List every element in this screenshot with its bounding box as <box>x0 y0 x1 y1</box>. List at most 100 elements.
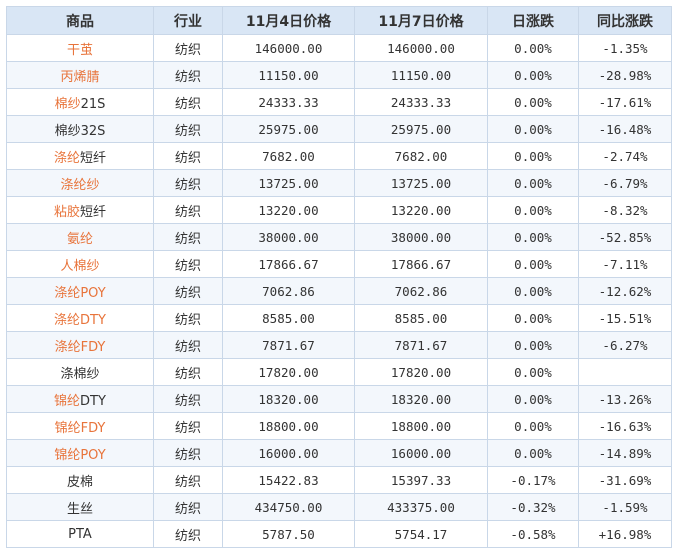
price-nov7-cell: 7682.00 <box>354 142 488 170</box>
industry-cell: 纺织 <box>153 304 223 332</box>
price-nov4-cell: 18800.00 <box>222 412 355 440</box>
header-price-nov4: 11月4日价格 <box>222 6 355 35</box>
commodity-link[interactable]: 涤纶POY <box>54 286 105 301</box>
table-row: 干茧 纺织 146000.00 146000.00 0.00% -1.35% <box>6 34 672 62</box>
yoy-change-cell: -1.35% <box>578 34 672 62</box>
yoy-change-cell: -15.51% <box>578 304 672 332</box>
daily-change-cell: 0.00% <box>487 223 579 251</box>
table-row: 皮棉 纺织 15422.83 15397.33 -0.17% -31.69% <box>6 466 672 494</box>
header-commodity: 商品 <box>6 6 154 35</box>
commodity-cell: 棉纱32S <box>6 115 154 143</box>
price-nov4-cell: 38000.00 <box>222 223 355 251</box>
table-row: 涤纶纱 纺织 13725.00 13725.00 0.00% -6.79% <box>6 169 672 197</box>
commodity-link[interactable]: 锦纶 <box>54 394 80 409</box>
daily-change-cell: 0.00% <box>487 412 579 440</box>
yoy-change-cell: -31.69% <box>578 466 672 494</box>
price-nov7-cell: 24333.33 <box>354 88 488 116</box>
table-row: 生丝 纺织 434750.00 433375.00 -0.32% -1.59% <box>6 493 672 521</box>
table-row: 粘胶短纤 纺织 13220.00 13220.00 0.00% -8.32% <box>6 196 672 224</box>
industry-cell: 纺织 <box>153 520 223 548</box>
industry-cell: 纺织 <box>153 466 223 494</box>
price-nov7-cell: 15397.33 <box>354 466 488 494</box>
daily-change-cell: 0.00% <box>487 250 579 278</box>
commodity-name-text: DTY <box>80 393 106 409</box>
commodity-name-text: 皮棉 <box>66 474 93 490</box>
yoy-change-cell: -13.26% <box>578 385 672 413</box>
industry-cell: 纺织 <box>153 88 223 116</box>
commodity-name-text: 短纤 <box>80 204 107 220</box>
commodity-cell: 丙烯腈 <box>6 61 154 89</box>
commodity-link[interactable]: 棉纱 <box>55 97 81 112</box>
table-row: 人棉纱 纺织 17866.67 17866.67 0.00% -7.11% <box>6 250 672 278</box>
commodity-name-text: PTA <box>68 526 92 542</box>
table-row: 涤纶POY 纺织 7062.86 7062.86 0.00% -12.62% <box>6 277 672 305</box>
price-nov7-cell: 11150.00 <box>354 61 488 89</box>
price-nov4-cell: 18320.00 <box>222 385 355 413</box>
yoy-change-cell: -52.85% <box>578 223 672 251</box>
price-nov4-cell: 434750.00 <box>222 493 355 521</box>
yoy-change-cell <box>578 358 672 386</box>
commodity-link[interactable]: 氨纶 <box>67 232 93 247</box>
table-row: 涤纶FDY 纺织 7871.67 7871.67 0.00% -6.27% <box>6 331 672 359</box>
price-nov7-cell: 38000.00 <box>354 223 488 251</box>
yoy-change-cell: -16.63% <box>578 412 672 440</box>
yoy-change-cell: -1.59% <box>578 493 672 521</box>
daily-change-cell: 0.00% <box>487 331 579 359</box>
industry-cell: 纺织 <box>153 34 223 62</box>
commodity-link[interactable]: 涤纶纱 <box>60 178 99 193</box>
commodity-link[interactable]: 锦纶FDY <box>55 421 106 436</box>
price-table: 商品 行业 11月4日价格 11月7日价格 日涨跌 同比涨跌 干茧 纺织 14600… <box>6 6 672 548</box>
yoy-change-cell: -7.11% <box>578 250 672 278</box>
price-nov4-cell: 17820.00 <box>222 358 355 386</box>
price-nov7-cell: 8585.00 <box>354 304 488 332</box>
table-row: 棉纱32S 纺织 25975.00 25975.00 0.00% -16.48% <box>6 115 672 143</box>
commodity-link[interactable]: 涤纶FDY <box>55 340 106 355</box>
commodity-cell: 生丝 <box>6 493 154 521</box>
daily-change-cell: 0.00% <box>487 385 579 413</box>
price-nov7-cell: 5754.17 <box>354 520 488 548</box>
commodity-link[interactable]: 锦纶POY <box>54 448 105 463</box>
industry-cell: 纺织 <box>153 115 223 143</box>
commodity-cell: 锦纶DTY <box>6 385 154 413</box>
commodity-link[interactable]: 干茧 <box>67 43 93 58</box>
commodity-cell: 涤纶短纤 <box>6 142 154 170</box>
industry-cell: 纺织 <box>153 196 223 224</box>
commodity-name-text: 生丝 <box>66 501 93 517</box>
table-row: 锦纶POY 纺织 16000.00 16000.00 0.00% -14.89% <box>6 439 672 467</box>
daily-change-cell: 0.00% <box>487 61 579 89</box>
price-nov4-cell: 13725.00 <box>222 169 355 197</box>
commodity-cell: 皮棉 <box>6 466 154 494</box>
industry-cell: 纺织 <box>153 61 223 89</box>
commodity-link[interactable]: 涤纶 <box>54 151 80 166</box>
industry-cell: 纺织 <box>153 223 223 251</box>
price-nov4-cell: 24333.33 <box>222 88 355 116</box>
commodity-name-text: 棉纱32S <box>54 123 106 139</box>
commodity-cell: 涤纶纱 <box>6 169 154 197</box>
commodity-cell: 涤纶FDY <box>6 331 154 359</box>
commodity-link[interactable]: 人棉纱 <box>60 259 99 274</box>
table-row: 棉纱21S 纺织 24333.33 24333.33 0.00% -17.61% <box>6 88 672 116</box>
daily-change-cell: 0.00% <box>487 439 579 467</box>
industry-cell: 纺织 <box>153 439 223 467</box>
table-body: 干茧 纺织 146000.00 146000.00 0.00% -1.35% 丙烯腈 纺织 11… <box>6 34 672 548</box>
commodity-link[interactable]: 丙烯腈 <box>60 70 99 85</box>
table-row: 涤纶短纤 纺织 7682.00 7682.00 0.00% -2.74% <box>6 142 672 170</box>
table-header: 商品 行业 11月4日价格 11月7日价格 日涨跌 同比涨跌 <box>6 6 672 35</box>
industry-cell: 纺织 <box>153 331 223 359</box>
commodity-cell: 氨纶 <box>6 223 154 251</box>
price-nov4-cell: 146000.00 <box>222 34 355 62</box>
yoy-change-cell: -14.89% <box>578 439 672 467</box>
price-nov4-cell: 5787.50 <box>222 520 355 548</box>
industry-cell: 纺织 <box>153 412 223 440</box>
yoy-change-cell: -16.48% <box>578 115 672 143</box>
price-nov7-cell: 17866.67 <box>354 250 488 278</box>
yoy-change-cell: -6.27% <box>578 331 672 359</box>
daily-change-cell: -0.58% <box>487 520 579 548</box>
table-row: 涤棉纱 纺织 17820.00 17820.00 0.00% <box>6 358 672 386</box>
industry-cell: 纺织 <box>153 493 223 521</box>
yoy-change-cell: -8.32% <box>578 196 672 224</box>
industry-cell: 纺织 <box>153 169 223 197</box>
commodity-link[interactable]: 涤纶DTY <box>54 313 106 328</box>
header-row: 商品 行业 11月4日价格 11月7日价格 日涨跌 同比涨跌 <box>6 6 672 35</box>
commodity-link[interactable]: 粘胶 <box>54 205 80 220</box>
